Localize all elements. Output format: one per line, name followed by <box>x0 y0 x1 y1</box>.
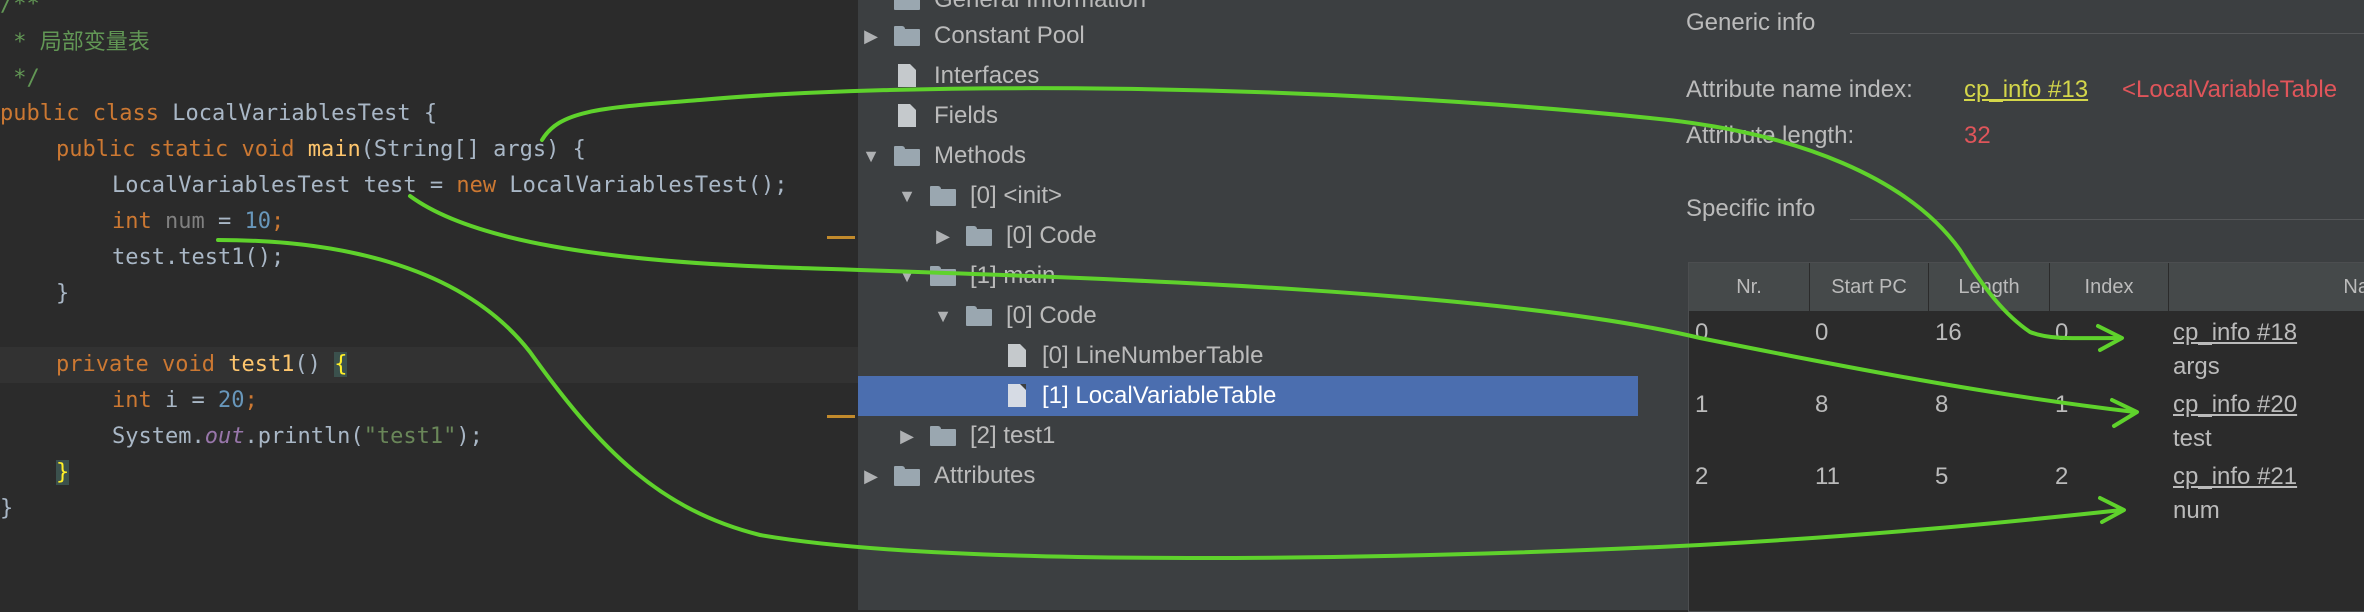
tree-item-line-number-table[interactable]: [0] LineNumberTable <box>858 336 1638 376</box>
code-line-i-decl: int i = 20; <box>112 388 258 413</box>
collapse-arrow-icon[interactable]: ▼ <box>898 256 916 296</box>
folder-icon <box>894 0 920 10</box>
file-icon <box>898 104 916 127</box>
cell-nr: 0 <box>1695 319 1709 346</box>
column-header-nr[interactable]: Nr. <box>1689 263 1810 311</box>
tree-item-main-code[interactable]: ▼ [0] Code <box>858 296 1638 336</box>
folder-icon <box>894 146 920 166</box>
code-line-test1-decl: private void test1() { <box>56 352 348 377</box>
column-header-index[interactable]: Index <box>2050 263 2169 311</box>
tree-item-methods[interactable]: ▼ Methods <box>858 136 1638 176</box>
cell-length: 8 <box>1935 391 1949 418</box>
attr-name-index-link[interactable]: cp_info #13 <box>1964 76 2088 104</box>
tree-item-method-main[interactable]: ▼ [1] main <box>858 256 1638 296</box>
section-divider <box>1850 219 2364 220</box>
code-line-comment-open: /** <box>0 0 40 17</box>
attr-name-index-value: <LocalVariableTable <box>2122 76 2338 103</box>
cell-name-link[interactable]: cp_info #20 <box>2173 391 2297 419</box>
cell-nr: 2 <box>1695 463 1709 490</box>
cell-start-pc: 0 <box>1815 319 1829 346</box>
code-line-comment-body: * 局部变量表 <box>0 30 150 55</box>
cell-name: args <box>2173 353 2220 380</box>
class-structure-tree[interactable]: General Information ▶ Constant Pool Inte… <box>858 0 1638 610</box>
code-line-test-decl: LocalVariablesTest test = new LocalVaria… <box>112 173 788 198</box>
code-editor[interactable]: /** * 局部变量表 */ public class LocalVariabl… <box>0 0 858 610</box>
generic-info-heading: Generic info <box>1686 9 1816 36</box>
cell-index: 2 <box>2055 463 2069 490</box>
local-variable-table[interactable]: Nr. Start PC Length Index Na 0 0 16 0 cp… <box>1688 262 2364 612</box>
folder-icon <box>930 266 956 286</box>
tree-item-method-test1[interactable]: ▶ [2] test1 <box>858 416 1638 456</box>
cell-start-pc: 11 <box>1815 463 1840 490</box>
tree-item-init-code[interactable]: ▶ [0] Code <box>858 216 1638 256</box>
cell-name-link[interactable]: cp_info #18 <box>2173 319 2297 347</box>
code-line-main-decl: public static void main(String[] args) { <box>56 137 586 162</box>
gutter-change-marker <box>827 236 855 239</box>
cell-start-pc: 8 <box>1815 391 1829 418</box>
attribute-info-panel: Generic info Attribute name index: cp_in… <box>1638 0 2364 612</box>
collapse-arrow-icon[interactable]: ▼ <box>898 176 916 216</box>
tree-item-attributes[interactable]: ▶ Attributes <box>858 456 1638 496</box>
code-line-println: System.out.println("test1"); <box>112 424 483 449</box>
file-icon <box>1008 344 1026 367</box>
cell-index: 1 <box>2055 391 2069 418</box>
cell-length: 5 <box>1935 463 1949 490</box>
file-icon <box>1008 384 1026 407</box>
column-header-name[interactable]: Na <box>2169 263 2364 311</box>
param-args: args <box>493 137 547 162</box>
collapse-arrow-icon[interactable]: ▼ <box>934 296 952 336</box>
folder-icon <box>966 306 992 326</box>
cell-name: num <box>2173 497 2220 524</box>
tree-item-constant-pool[interactable]: ▶ Constant Pool <box>858 16 1638 56</box>
cell-nr: 1 <box>1695 391 1709 418</box>
tree-item-fields[interactable]: Fields <box>858 96 1638 136</box>
cell-name: test <box>2173 425 2212 452</box>
code-line-class-decl: public class LocalVariablesTest { <box>0 101 438 126</box>
folder-icon <box>930 186 956 206</box>
tree-item-method-init[interactable]: ▼ [0] <init> <box>858 176 1638 216</box>
cell-index: 0 <box>2055 319 2069 346</box>
code-line-class-close: } <box>0 496 14 521</box>
tree-item-local-variable-table[interactable]: [1] LocalVariableTable <box>858 376 1638 416</box>
folder-icon <box>930 426 956 446</box>
code-line-call-test1: test.test1(); <box>112 245 285 270</box>
folder-icon <box>966 226 992 246</box>
code-line-comment-close: */ <box>0 66 40 91</box>
attr-length-label: Attribute length: <box>1686 122 1855 149</box>
specific-info-heading: Specific info <box>1686 195 1816 222</box>
folder-icon <box>894 26 920 46</box>
expand-arrow-icon[interactable]: ▶ <box>898 416 916 456</box>
attr-name-index-label: Attribute name index: <box>1686 76 1913 103</box>
cell-name-link[interactable]: cp_info #21 <box>2173 463 2297 491</box>
folder-icon <box>894 466 920 486</box>
tree-item-interfaces[interactable]: Interfaces <box>858 56 1638 96</box>
expand-arrow-icon[interactable]: ▶ <box>934 216 952 256</box>
var-test: test <box>363 173 417 198</box>
code-line-main-close: } <box>56 281 70 306</box>
expand-arrow-icon[interactable]: ▶ <box>862 16 880 56</box>
section-divider <box>1850 33 2364 34</box>
attr-length-value: 32 <box>1964 122 1991 149</box>
cell-length: 16 <box>1935 319 1962 346</box>
gutter-change-marker <box>827 415 855 418</box>
code-line-test1-close: } <box>56 460 70 485</box>
column-header-start-pc[interactable]: Start PC <box>1810 263 1929 311</box>
collapse-arrow-icon[interactable]: ▼ <box>862 136 880 176</box>
var-num: num <box>165 209 205 234</box>
expand-arrow-icon[interactable]: ▶ <box>862 456 880 496</box>
file-icon <box>898 64 916 87</box>
column-header-length[interactable]: Length <box>1929 263 2050 311</box>
table-header: Nr. Start PC Length Index Na <box>1689 263 2364 311</box>
code-line-num-decl: int num = 10; <box>112 209 285 234</box>
